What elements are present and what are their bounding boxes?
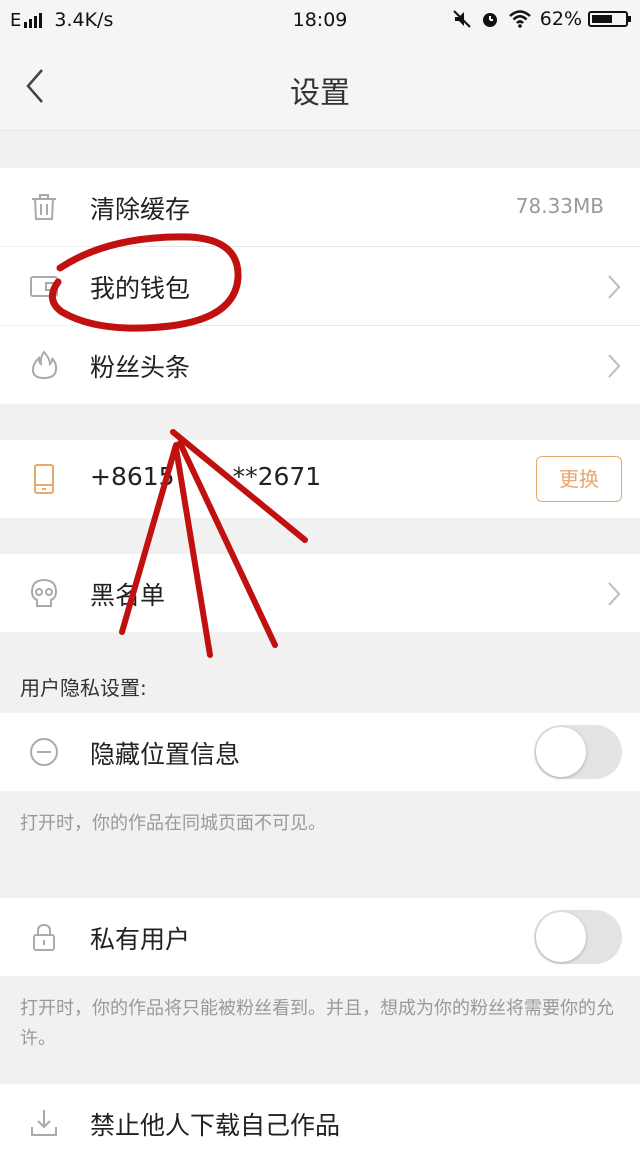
hide-location-row: 隐藏位置信息 <box>0 713 640 791</box>
mute-icon <box>453 10 471 28</box>
hide-location-hint: 打开时，你的作品在同城页面不可见。 <box>20 813 326 834</box>
no-download-row: 禁止他人下载自己作品 <box>0 1084 640 1162</box>
phone-row: +8615 **2671 更换 <box>0 440 640 518</box>
minus-circle-icon <box>30 738 58 766</box>
wallet-label: 我的钱包 <box>90 274 191 303</box>
alarm-icon <box>482 13 497 27</box>
phone-number: +8615 **2671 <box>90 462 321 491</box>
phone-prefix: +8615 <box>90 462 175 491</box>
chevron-right-icon <box>608 354 621 378</box>
trash-icon <box>32 194 56 220</box>
hide-location-toggle[interactable] <box>534 725 622 779</box>
toggle-knob <box>536 912 586 962</box>
wifi-icon <box>508 10 531 28</box>
blacklist-label: 黑名单 <box>90 581 166 610</box>
nav-bar: 设置 <box>0 42 640 131</box>
wallet-row[interactable]: 我的钱包 <box>0 247 640 325</box>
fans-headline-row[interactable]: 粉丝头条 <box>0 326 640 404</box>
blacklist-row[interactable]: 黑名单 <box>0 554 640 632</box>
cache-size: 78.33MB <box>515 194 604 218</box>
clear-cache-row[interactable]: 清除缓存 78.33MB <box>0 168 640 246</box>
privacy-section-label: 用户隐私设置: <box>20 676 147 700</box>
change-phone-button[interactable]: 更换 <box>536 456 622 502</box>
no-download-label: 禁止他人下载自己作品 <box>90 1111 341 1140</box>
lock-icon <box>33 923 55 951</box>
status-bar: E 3.4K/s 18:09 62% <box>0 0 640 42</box>
chevron-right-icon <box>608 275 621 299</box>
private-user-hint: 打开时，你的作品将只能被粉丝看到。并且，想成为你的粉丝将需要你的允许。 <box>20 998 614 1049</box>
private-user-toggle[interactable] <box>534 910 622 964</box>
clear-cache-label: 清除缓存 <box>90 195 191 224</box>
page-title: 设置 <box>290 76 350 111</box>
phone-masked: **2671 <box>232 462 322 491</box>
private-user-row: 私有用户 <box>0 898 640 976</box>
wallet-icon <box>30 276 58 297</box>
battery-icon <box>588 11 631 27</box>
fans-headline-label: 粉丝头条 <box>90 353 191 382</box>
phone-icon <box>34 464 54 494</box>
private-user-label: 私有用户 <box>90 925 191 954</box>
flame-icon <box>31 350 58 380</box>
skull-icon <box>30 578 58 607</box>
toggle-knob <box>536 727 586 777</box>
chevron-right-icon <box>608 582 621 606</box>
download-icon <box>31 1110 57 1136</box>
hide-location-label: 隐藏位置信息 <box>90 740 241 769</box>
battery-percent: 62% <box>539 8 582 30</box>
